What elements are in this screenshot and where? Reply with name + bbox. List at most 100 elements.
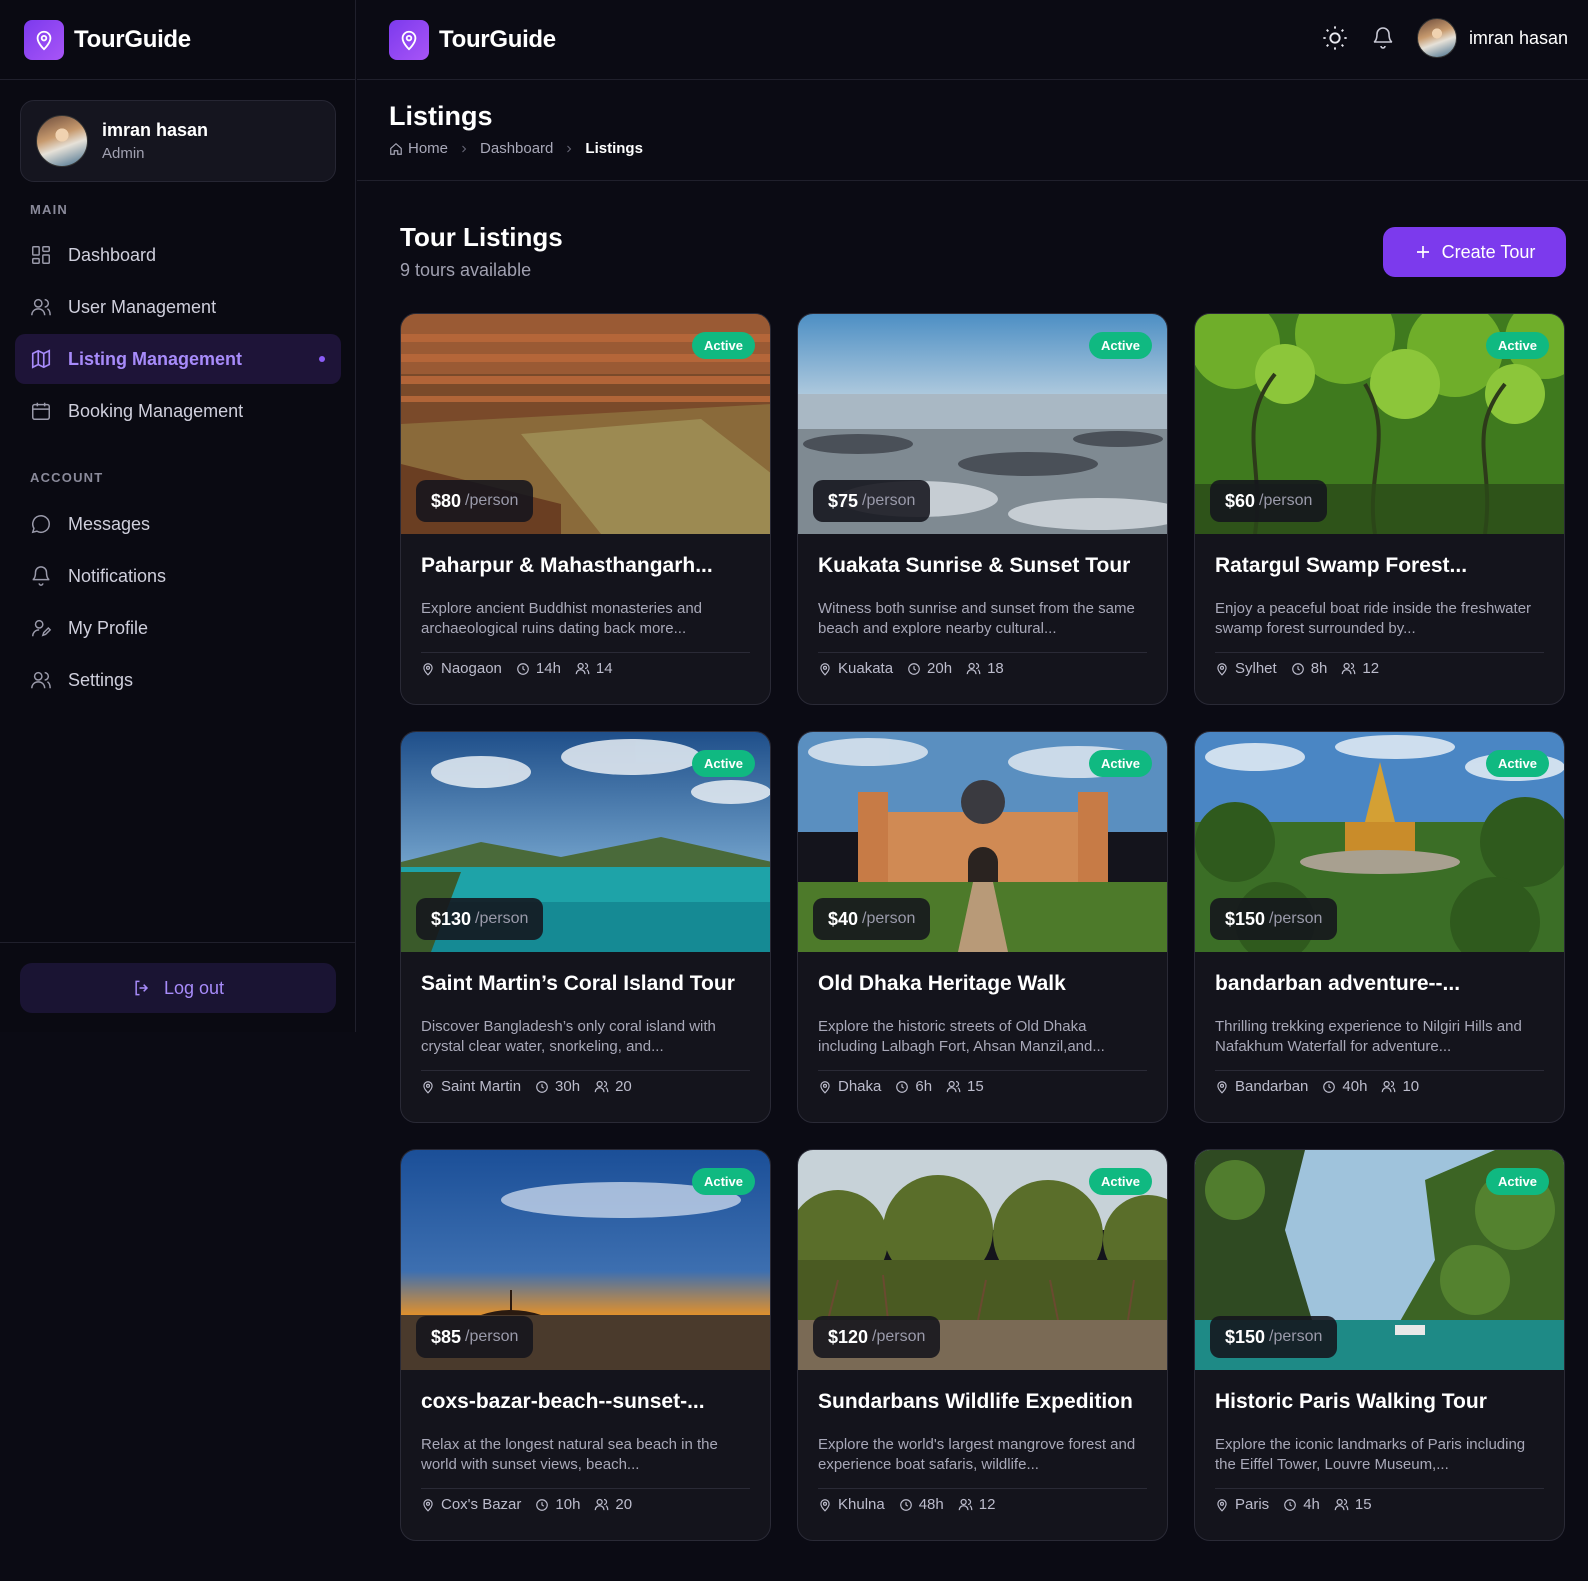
plus-icon bbox=[1414, 243, 1432, 261]
bell-icon[interactable] bbox=[1371, 26, 1395, 50]
listing-card[interactable]: Active $80/person Paharpur & Mahasthanga… bbox=[400, 313, 771, 705]
status-badge: Active bbox=[691, 750, 755, 777]
listing-title[interactable]: Sundarbans Wildlife Expedition bbox=[818, 1390, 1148, 1414]
location-pin-icon bbox=[818, 1080, 832, 1094]
clock-icon bbox=[899, 1498, 913, 1512]
users-icon bbox=[1334, 1497, 1349, 1512]
listing-description: Explore the iconic landmarks of Paris in… bbox=[1215, 1436, 1526, 1473]
price-tag: $130/person bbox=[416, 898, 544, 940]
listing-title[interactable]: bandarban adventure--... bbox=[1215, 972, 1545, 996]
listing-title[interactable]: Historic Paris Walking Tour bbox=[1215, 1390, 1545, 1414]
logout-button[interactable]: Log out bbox=[20, 963, 336, 1013]
grid-icon bbox=[30, 244, 52, 266]
listing-description: Explore ancient Buddhist monasteries and… bbox=[421, 600, 703, 637]
listing-description: Enjoy a peaceful boat ride inside the fr… bbox=[1215, 600, 1532, 637]
location-pin-icon bbox=[1215, 1498, 1229, 1512]
listing-image-ruins: Active $80/person bbox=[401, 314, 770, 534]
listing-card[interactable]: Active $150/person bandarban adventure--… bbox=[1194, 731, 1565, 1123]
listing-duration: 6h bbox=[915, 1078, 933, 1095]
sidebar-item-booking-management[interactable]: Booking Management bbox=[15, 386, 341, 436]
brand-name: TourGuide bbox=[439, 26, 556, 53]
listing-card[interactable]: Active $150/person Historic Paris Walkin… bbox=[1194, 1149, 1565, 1541]
listing-location: Paris bbox=[1235, 1496, 1270, 1513]
listing-location: Dhaka bbox=[838, 1078, 882, 1095]
breadcrumb: Home Dashboard Listings bbox=[389, 140, 643, 157]
listing-image-pagoda: Active $150/person bbox=[1195, 732, 1564, 952]
listing-card[interactable]: Active $85/person coxs-bazar-beach--suns… bbox=[400, 1149, 771, 1541]
price-tag: $150/person bbox=[1210, 1316, 1338, 1358]
clock-icon bbox=[1291, 662, 1305, 676]
users-icon bbox=[575, 661, 590, 676]
sidebar-item-notifications[interactable]: Notifications bbox=[15, 551, 341, 601]
listing-location: Khulna bbox=[838, 1496, 885, 1513]
listing-meta: Dhaka 6h 15 bbox=[818, 1078, 984, 1095]
status-badge: Active bbox=[691, 332, 755, 359]
listing-location: Kuakata bbox=[838, 660, 894, 677]
sun-icon[interactable] bbox=[1321, 24, 1349, 52]
clock-icon bbox=[907, 662, 921, 676]
message-icon bbox=[30, 513, 52, 535]
map-pin-logo-icon bbox=[389, 20, 429, 60]
user-card[interactable]: imran hasan Admin bbox=[20, 100, 336, 182]
status-badge: Active bbox=[1485, 1168, 1549, 1195]
sidebar-item-label: Dashboard bbox=[68, 244, 157, 265]
page-header: Listings Home Dashboard Listings bbox=[357, 81, 1588, 181]
price-tag: $40/person bbox=[813, 898, 931, 940]
listing-title[interactable]: coxs-bazar-beach--sunset-... bbox=[421, 1390, 751, 1414]
listing-title[interactable]: Old Dhaka Heritage Walk bbox=[818, 972, 1148, 996]
listing-card[interactable]: Active $75/person Kuakata Sunrise & Suns… bbox=[797, 313, 1168, 705]
sidebar-brand[interactable]: TourGuide bbox=[0, 0, 355, 80]
sidebar-item-label: Listing Management bbox=[68, 348, 243, 369]
create-tour-button[interactable]: Create Tour bbox=[1383, 227, 1566, 277]
sidebar-item-messages[interactable]: Messages bbox=[15, 499, 341, 549]
topbar-user-name[interactable]: imran hasan bbox=[1469, 28, 1568, 49]
listing-location: Sylhet bbox=[1235, 660, 1277, 677]
listing-duration: 30h bbox=[555, 1078, 581, 1095]
listing-title[interactable]: Kuakata Sunrise & Sunset Tour bbox=[818, 554, 1148, 578]
users-icon bbox=[946, 1079, 961, 1094]
user-name: imran hasan bbox=[102, 120, 209, 140]
listing-grid: Active $80/person Paharpur & Mahasthanga… bbox=[400, 313, 1565, 1541]
divider bbox=[1215, 1488, 1544, 1489]
sidebar-item-settings[interactable]: Settings bbox=[15, 655, 341, 705]
listing-card[interactable]: Active $120/person Sundarbans Wildlife E… bbox=[797, 1149, 1168, 1541]
clock-icon bbox=[535, 1080, 549, 1094]
topbar-brand[interactable]: TourGuide bbox=[389, 20, 556, 60]
sidebar-item-listing-management[interactable]: Listing Management bbox=[15, 334, 341, 384]
status-badge: Active bbox=[1088, 1168, 1152, 1195]
listing-title[interactable]: Ratargul Swamp Forest... bbox=[1215, 554, 1545, 578]
price-tag: $120/person bbox=[813, 1316, 941, 1358]
logout-icon bbox=[132, 978, 152, 998]
listing-description: Witness both sunrise and sunset from the… bbox=[818, 600, 1135, 637]
breadcrumb-current: Listings bbox=[585, 140, 643, 157]
users-icon bbox=[966, 661, 981, 676]
breadcrumb-dashboard[interactable]: Dashboard bbox=[480, 140, 553, 157]
sidebar: TourGuide imran hasan Admin MAIN Dashboa… bbox=[0, 0, 356, 1032]
listing-description: Explore the historic streets of Old Dhak… bbox=[818, 1018, 1105, 1055]
listing-description: Discover Bangladesh’s only coral island … bbox=[421, 1018, 716, 1055]
sidebar-item-label: Settings bbox=[68, 669, 134, 690]
sidebar-item-user-management[interactable]: User Management bbox=[15, 282, 341, 332]
listing-card[interactable]: Active $130/person Saint Martin’s Coral … bbox=[400, 731, 771, 1123]
price-tag: $75/person bbox=[813, 480, 931, 522]
sidebar-item-my-profile[interactable]: My Profile bbox=[15, 603, 341, 653]
users-icon bbox=[594, 1497, 609, 1512]
location-pin-icon bbox=[421, 1498, 435, 1512]
listing-duration: 4h bbox=[1303, 1496, 1320, 1513]
bell-icon bbox=[30, 565, 52, 587]
sidebar-item-label: Booking Management bbox=[68, 400, 244, 421]
clock-icon bbox=[516, 662, 530, 676]
listing-card[interactable]: Active $40/person Old Dhaka Heritage Wal… bbox=[797, 731, 1168, 1123]
listing-title[interactable]: Paharpur & Mahasthangarh... bbox=[421, 554, 751, 578]
avatar[interactable] bbox=[1416, 18, 1457, 58]
sidebar-item-dashboard[interactable]: Dashboard bbox=[15, 230, 341, 280]
listing-location: Saint Martin bbox=[441, 1078, 522, 1095]
listing-title[interactable]: Saint Martin’s Coral Island Tour bbox=[421, 972, 751, 996]
divider bbox=[818, 1488, 1147, 1489]
listing-meta: Sylhet 8h 12 bbox=[1215, 660, 1379, 677]
breadcrumb-home[interactable]: Home bbox=[389, 140, 448, 157]
users-icon bbox=[30, 296, 52, 318]
listing-meta: Saint Martin 30h 20 bbox=[421, 1078, 632, 1095]
divider bbox=[421, 652, 750, 653]
listing-card[interactable]: Active $60/person Ratargul Swamp Forest.… bbox=[1194, 313, 1565, 705]
